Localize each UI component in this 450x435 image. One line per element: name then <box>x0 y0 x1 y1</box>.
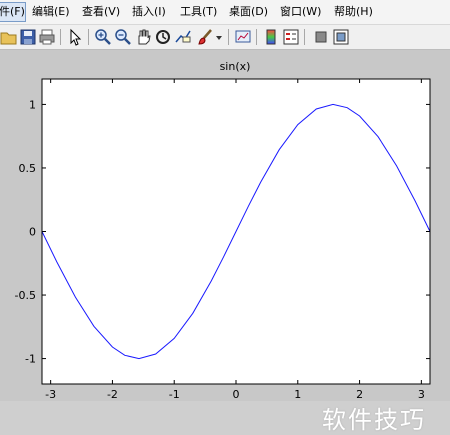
toolbar-separator <box>60 29 61 45</box>
toolbar-separator <box>256 29 257 45</box>
link-plot-icon[interactable] <box>234 28 252 46</box>
x-tick-label: 0 <box>233 388 240 401</box>
y-tick-label: -1 <box>25 353 36 366</box>
menu-help[interactable]: 帮助(H) <box>334 3 373 21</box>
x-tick-label: -2 <box>107 388 118 401</box>
zoom-out-icon[interactable] <box>114 28 132 46</box>
watermark-text: 软件技巧 <box>322 406 426 434</box>
toolbar-separator <box>228 29 229 45</box>
menu-edit[interactable]: 编辑(E) <box>32 3 70 21</box>
menu-file[interactable]: 件(F) <box>0 2 26 22</box>
legend-icon[interactable] <box>282 28 300 46</box>
x-tick-label: -1 <box>169 388 180 401</box>
pan-hand-icon[interactable] <box>134 28 152 46</box>
open-folder-icon[interactable] <box>0 28 18 46</box>
pointer-icon[interactable] <box>66 28 84 46</box>
x-tick-label: -3 <box>45 388 56 401</box>
hide-plot-tools-icon[interactable] <box>312 28 330 46</box>
brush-icon[interactable] <box>196 28 214 46</box>
menu-tools[interactable]: 工具(T) <box>180 3 217 21</box>
toolbar-separator <box>88 29 89 45</box>
menu-desktop[interactable]: 桌面(D) <box>229 3 268 21</box>
save-icon[interactable] <box>19 28 37 46</box>
print-icon[interactable] <box>38 28 56 46</box>
sine-chart: sin(x) -3 -2 -1 0 1 2 3-1-0.500.51 <box>15 60 431 401</box>
show-plot-tools-icon[interactable] <box>332 28 350 46</box>
toolbar-separator <box>304 29 305 45</box>
zoom-in-icon[interactable] <box>94 28 112 46</box>
data-cursor-icon[interactable] <box>174 28 192 46</box>
menu-insert[interactable]: 插入(I) <box>132 3 166 21</box>
y-tick-label: 0 <box>29 226 36 239</box>
colorbar-icon[interactable] <box>262 28 280 46</box>
chart-title: sin(x) <box>220 60 251 73</box>
y-tick-label: 1 <box>29 98 36 111</box>
y-tick-label: 0.5 <box>19 162 37 175</box>
x-tick-label: 1 <box>294 388 301 401</box>
figure-canvas: sin(x) -3 -2 -1 0 1 2 3 -1 -0.5 0 0.5 1 软件技巧 <box>0 50 450 434</box>
y-tick-label: -0.5 <box>15 289 36 302</box>
dropdown-arrow-icon[interactable] <box>214 28 224 46</box>
menu-window[interactable]: 窗口(W) <box>280 3 321 21</box>
toolbar <box>0 25 450 50</box>
rotate-3d-icon[interactable] <box>154 28 172 46</box>
menu-view[interactable]: 查看(V) <box>82 3 120 21</box>
menu-bar: 件(F) 编辑(E) 查看(V) 插入(I) 工具(T) 桌面(D) 窗口(W)… <box>0 0 450 25</box>
